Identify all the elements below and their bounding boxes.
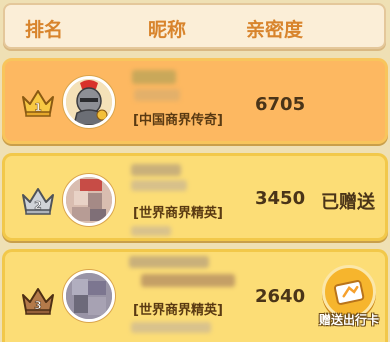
leaderboard-row-1[interactable]: 1 [中国商界传奇] 6705 — [2, 58, 388, 144]
leaderboard-header: 排名 昵称 亲密度 — [3, 3, 386, 49]
nickname-redacted — [129, 256, 209, 268]
nickname-redacted — [134, 89, 180, 101]
gift-status: 已赠送 — [321, 192, 375, 213]
intimacy-score: 6705 — [255, 94, 306, 115]
intimacy-score: 2640 — [255, 286, 306, 307]
leaderboard-row-3[interactable]: 3 [世界商界精英] 2640 赠送出行卡 — [2, 249, 388, 342]
nickname-redacted — [131, 322, 211, 333]
intimacy-column-label: 亲密度 — [246, 19, 304, 41]
intimacy-score: 3450 — [255, 188, 306, 209]
nickname-redacted — [132, 70, 176, 84]
avatar[interactable] — [63, 174, 115, 226]
nickname-column-label: 昵称 — [148, 19, 187, 41]
nickname-redacted — [131, 226, 171, 236]
photo-avatar-icon — [66, 177, 112, 223]
rank-number: 2 — [34, 199, 42, 212]
rank-number: 1 — [34, 101, 42, 114]
crown-gold-icon: 1 — [22, 90, 54, 117]
send-travel-card-button[interactable]: 赠送出行卡 — [316, 263, 382, 329]
nickname-redacted — [131, 180, 187, 191]
nickname-redacted — [141, 274, 235, 287]
avatar[interactable] — [63, 76, 115, 128]
photo-avatar-icon — [66, 273, 112, 319]
rank-number: 3 — [34, 299, 42, 312]
avatar[interactable] — [63, 270, 115, 322]
nickname-redacted — [131, 164, 181, 176]
leaderboard-row-2[interactable]: 2 [世界商界精英] 3450 已赠送 — [2, 153, 388, 241]
knight-avatar-icon — [66, 79, 112, 125]
crown-bronze-icon: 3 — [22, 288, 54, 315]
rank-column-label: 排名 — [25, 19, 64, 41]
guild-label: [中国商界传奇] — [133, 113, 223, 128]
send-travel-card-label: 赠送出行卡 — [318, 313, 379, 327]
crown-silver-icon: 2 — [22, 188, 54, 215]
guild-label: [世界商界精英] — [133, 206, 223, 221]
guild-label: [世界商界精英] — [133, 303, 223, 318]
